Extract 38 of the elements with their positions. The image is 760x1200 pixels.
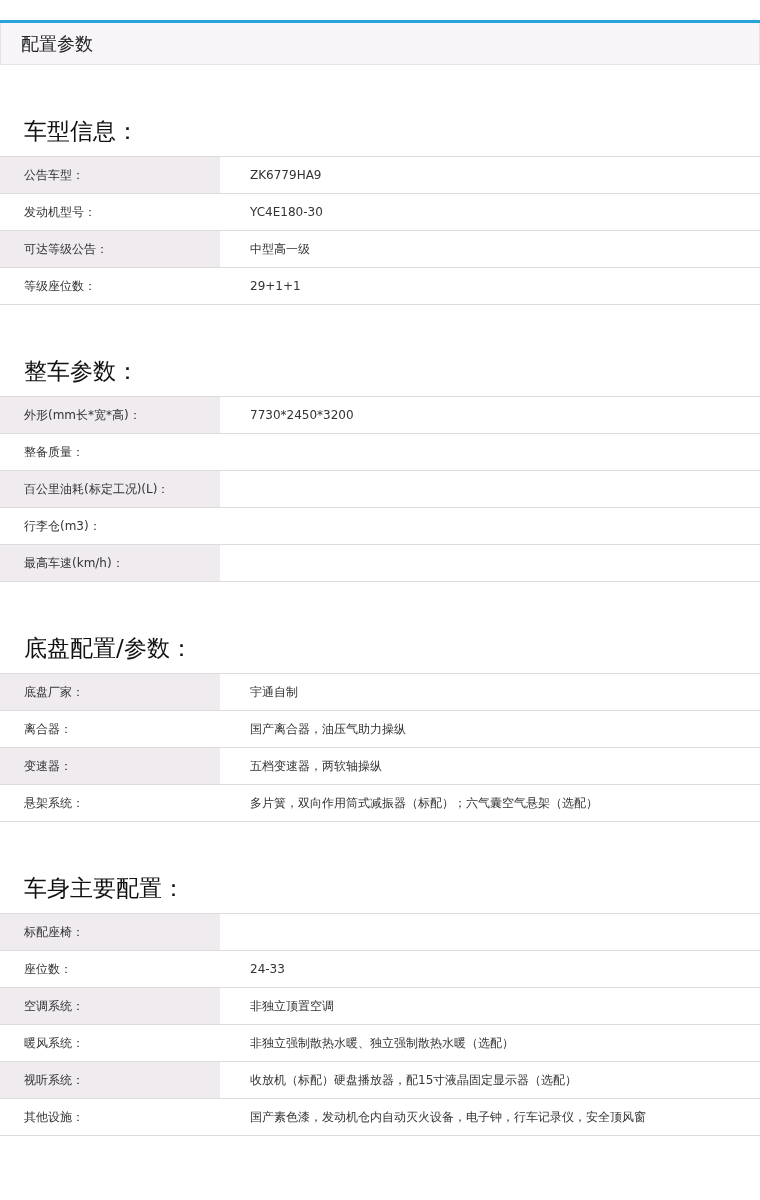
- label-cell: 变速器：: [0, 748, 220, 784]
- value-text: 收放机（标配）硬盘播放器，配15寸液晶固定显示器（选配）: [250, 1071, 578, 1089]
- section-title: 车型信息：: [23, 117, 140, 146]
- value-text: 24-33: [250, 962, 285, 976]
- label-cell: 公告车型：: [0, 157, 220, 193]
- label-cell-text: 悬架系统：: [23, 794, 85, 812]
- value-text: 宇通自制: [250, 683, 298, 701]
- label-cell: 可达等级公告：: [0, 231, 220, 267]
- label-cell-text: 行李仓(m3)：: [23, 517, 102, 535]
- value-text: ZK6779HA9: [250, 168, 322, 182]
- value-text: 国产离合器，油压气助力操纵: [250, 720, 406, 738]
- label-cell-text: 等级座位数：: [23, 277, 97, 295]
- label-cell: 标配座椅：: [0, 914, 220, 950]
- label-cell: 百公里油耗(标定工况)(L)：: [0, 471, 220, 507]
- label-cell: 外形(mm长*宽*高)：: [0, 397, 220, 433]
- page-title: 配置参数: [21, 31, 93, 56]
- value-text: 29+1+1: [250, 279, 301, 293]
- label-cell: 视听系统：: [0, 1062, 220, 1098]
- section-title: 整车参数：: [23, 357, 140, 386]
- value-text: 非独立顶置空调: [250, 997, 334, 1015]
- value-text: 中型高一级: [250, 240, 310, 258]
- label-cell: 底盘厂家：: [0, 674, 220, 710]
- value-text: 国产素色漆，发动机仓内自动灭火设备，电子钟，行车记录仪，安全顶风窗: [250, 1108, 646, 1126]
- label-cell-text: 离合器：: [23, 720, 73, 738]
- label-cell: 空调系统：: [0, 988, 220, 1024]
- value-text: 非独立强制散热水暖、独立强制散热水暖（选配）: [250, 1034, 514, 1052]
- label-cell-text: 其他设施：: [23, 1108, 85, 1126]
- section-title: 底盘配置/参数：: [23, 634, 194, 663]
- label-cell-text: 发动机型号：: [23, 203, 97, 221]
- label-cell: 最高车速(km/h)：: [0, 545, 220, 581]
- value-text: 7730*2450*3200: [250, 408, 354, 422]
- label-cell-text: 座位数：: [23, 960, 73, 978]
- value-text: 五档变速器，两软轴操纵: [250, 757, 382, 775]
- value-text: YC4E180-30: [250, 205, 323, 219]
- label-cell-text: 整备质量：: [23, 443, 85, 461]
- section-title: 车身主要配置：: [23, 874, 186, 903]
- label-cell-text: 暖风系统：: [23, 1034, 85, 1052]
- value-text: 多片簧，双向作用筒式减振器（标配）；六气囊空气悬架（选配）: [250, 794, 598, 812]
